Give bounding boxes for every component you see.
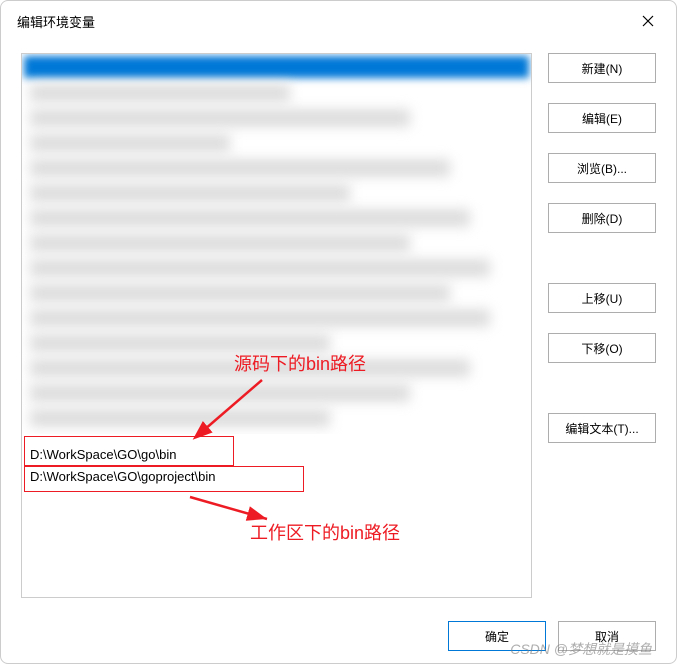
delete-button[interactable]: 删除(D) xyxy=(548,203,656,233)
blurred-entries xyxy=(22,54,531,434)
highlight-box-source xyxy=(24,436,234,466)
ok-button[interactable]: 确定 xyxy=(448,621,546,651)
edit-button[interactable]: 编辑(E) xyxy=(548,103,656,133)
arrow-workspace xyxy=(172,489,282,529)
browse-button[interactable]: 浏览(B)... xyxy=(548,153,656,183)
close-icon xyxy=(642,15,654,27)
dialog-window: 编辑环境变量 xyxy=(0,0,677,664)
path-listbox[interactable]: D:\WorkSpace\GO\go\bin D:\WorkSpace\GO\g… xyxy=(21,53,532,598)
highlight-box-workspace xyxy=(24,466,304,492)
dialog-content: D:\WorkSpace\GO\go\bin D:\WorkSpace\GO\g… xyxy=(1,41,676,598)
cancel-button[interactable]: 取消 xyxy=(558,621,656,651)
edit-text-button[interactable]: 编辑文本(T)... xyxy=(548,413,656,443)
move-up-button[interactable]: 上移(U) xyxy=(548,283,656,313)
titlebar: 编辑环境变量 xyxy=(1,1,676,41)
close-button[interactable] xyxy=(632,9,664,33)
annotation-workspace-bin: 工作区下的bin路径 xyxy=(250,519,400,545)
dialog-title: 编辑环境变量 xyxy=(17,12,95,31)
move-down-button[interactable]: 下移(O) xyxy=(548,333,656,363)
dialog-footer: 确定 取消 xyxy=(448,621,656,651)
new-button[interactable]: 新建(N) xyxy=(548,53,656,83)
side-button-panel: 新建(N) 编辑(E) 浏览(B)... 删除(D) 上移(U) 下移(O) 编… xyxy=(548,53,656,598)
